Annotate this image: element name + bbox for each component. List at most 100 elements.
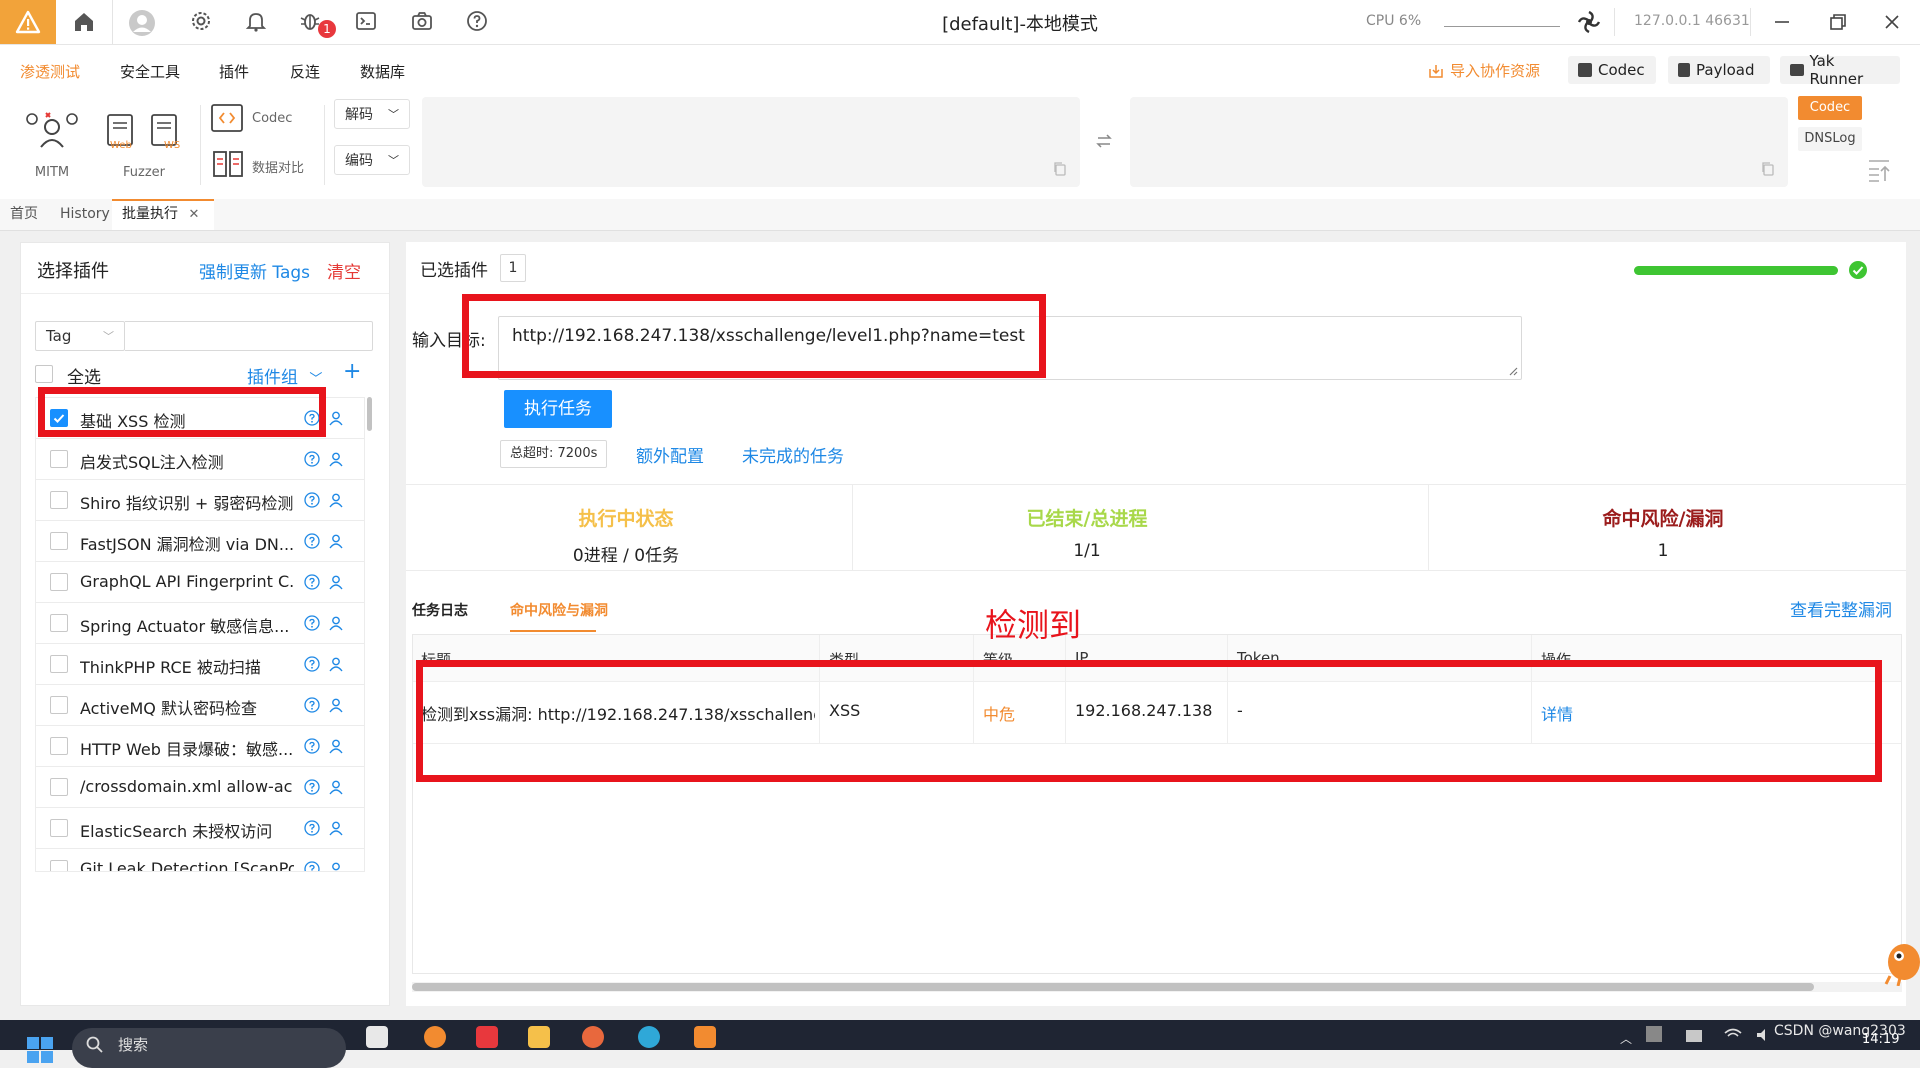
codec-button[interactable]: Codec: [1568, 56, 1656, 84]
plugin-list-item[interactable]: Spring Actuator 敏感信息...: [35, 602, 365, 644]
app-edge-icon[interactable]: [638, 1026, 660, 1048]
settings-gear-icon[interactable]: [189, 9, 215, 35]
plugin-list-item[interactable]: 启发式SQL注入检测: [35, 438, 365, 480]
author-user-icon[interactable]: [328, 492, 344, 508]
help-icon[interactable]: [465, 9, 491, 35]
side-tab-codec[interactable]: Codec: [1798, 96, 1862, 120]
volume-icon[interactable]: [1756, 1028, 1774, 1042]
author-user-icon[interactable]: [328, 656, 344, 672]
help-circle-icon[interactable]: [304, 656, 320, 672]
clear-link[interactable]: 清空: [327, 258, 361, 283]
author-user-icon[interactable]: [328, 451, 344, 467]
tag-search-input[interactable]: [125, 321, 373, 351]
plugin-list-item[interactable]: HTTP Web 目录爆破：敏感...: [35, 725, 365, 767]
app-firefox-icon[interactable]: [582, 1026, 604, 1048]
plugin-checkbox[interactable]: [50, 532, 68, 550]
force-update-tags-link[interactable]: 强制更新 Tags: [199, 258, 310, 283]
taskbar-search[interactable]: [72, 1028, 346, 1068]
copy-icon[interactable]: [1760, 161, 1776, 177]
tray-app-icon[interactable]: [1646, 1026, 1662, 1042]
help-circle-icon[interactable]: [304, 697, 320, 713]
scrollbar-thumb[interactable]: [367, 397, 372, 431]
author-user-icon[interactable]: [328, 697, 344, 713]
codec-label[interactable]: Codec: [252, 111, 292, 126]
side-tab-dnslog[interactable]: DNSLog: [1798, 127, 1862, 151]
help-circle-icon[interactable]: [304, 615, 320, 631]
payload-button[interactable]: Payload: [1668, 56, 1770, 84]
plugin-checkbox[interactable]: [50, 737, 68, 755]
mitm-label[interactable]: MITM: [24, 165, 80, 180]
tray-chevron-icon[interactable]: ︿: [1620, 1030, 1632, 1047]
author-user-icon[interactable]: [328, 861, 344, 872]
close-icon[interactable]: [1880, 10, 1904, 34]
terminal-icon[interactable]: [354, 9, 380, 35]
app-wps-icon[interactable]: [476, 1026, 498, 1048]
author-user-icon[interactable]: [328, 533, 344, 549]
menu-security-tools[interactable]: 安全工具: [120, 61, 180, 82]
fuzzer-label[interactable]: Fuzzer: [104, 165, 184, 180]
plugin-checkbox[interactable]: [50, 491, 68, 509]
help-circle-icon[interactable]: [304, 574, 320, 590]
unfinished-tasks-link[interactable]: 未完成的任务: [742, 442, 844, 467]
help-circle-icon[interactable]: [304, 492, 320, 508]
help-circle-icon[interactable]: [304, 738, 320, 754]
windows-start-icon[interactable]: [26, 1036, 54, 1064]
author-user-icon[interactable]: [328, 779, 344, 795]
menu-database[interactable]: 数据库: [360, 61, 405, 82]
taskbar-clock[interactable]: 14:19: [1862, 1032, 1899, 1047]
select-all-checkbox[interactable]: [35, 365, 53, 383]
plugin-checkbox[interactable]: [50, 450, 68, 468]
plugin-list-item[interactable]: GraphQL API Fingerprint C...: [35, 561, 365, 603]
minimize-icon[interactable]: [1770, 10, 1794, 34]
plugin-checkbox[interactable]: [50, 573, 68, 591]
input-method-icon[interactable]: [1686, 1030, 1702, 1042]
plugin-checkbox[interactable]: [50, 614, 68, 632]
tab-task-log[interactable]: 任务日志: [412, 600, 468, 620]
plugin-group-dropdown[interactable]: 插件组 ﹀: [247, 363, 322, 388]
yak-runner-button[interactable]: Yak Runner: [1780, 56, 1900, 84]
author-user-icon[interactable]: [328, 574, 344, 590]
decode-dropdown[interactable]: 解码 ﹀: [334, 99, 410, 129]
swap-icon[interactable]: [1094, 131, 1114, 151]
add-group-icon[interactable]: +: [343, 359, 361, 384]
encode-dropdown[interactable]: 编码 ﹀: [334, 145, 410, 175]
resize-handle-icon[interactable]: [1508, 366, 1518, 376]
app-search-icon[interactable]: [424, 1026, 446, 1048]
menu-plugins[interactable]: 插件: [219, 61, 249, 82]
plugin-list-item[interactable]: Git Leak Detection [ScanPor...: [35, 848, 365, 872]
plugin-list-item[interactable]: ElasticSearch 未授权访问: [35, 807, 365, 849]
import-resources-link[interactable]: 导入协作资源: [1428, 60, 1540, 81]
help-circle-icon[interactable]: [304, 779, 320, 795]
horizontal-scrollbar-thumb[interactable]: [412, 983, 1814, 991]
copy-icon[interactable]: [1052, 161, 1068, 177]
help-circle-icon[interactable]: [304, 820, 320, 836]
user-avatar-icon[interactable]: [128, 9, 154, 35]
plugin-checkbox[interactable]: [50, 778, 68, 796]
author-user-icon[interactable]: [328, 738, 344, 754]
tab-home[interactable]: 首页: [0, 199, 48, 230]
app-explorer-icon[interactable]: [528, 1026, 550, 1048]
collapse-ribbon-icon[interactable]: [1866, 157, 1892, 183]
camera-icon[interactable]: [410, 9, 436, 35]
run-task-button[interactable]: 执行任务: [504, 390, 612, 428]
plugin-list-item[interactable]: Shiro 指纹识别 + 弱密码检测: [35, 479, 365, 521]
tag-select[interactable]: Tag ﹀: [35, 321, 125, 351]
extra-config-link[interactable]: 额外配置: [636, 442, 704, 467]
bell-icon[interactable]: [244, 9, 270, 35]
help-circle-icon[interactable]: [304, 533, 320, 549]
wifi-icon[interactable]: [1724, 1028, 1742, 1042]
plugin-list-item[interactable]: /crossdomain.xml allow-ac...: [35, 766, 365, 808]
help-circle-icon[interactable]: [304, 861, 320, 872]
tab-batch-execute[interactable]: 批量执行 ✕: [112, 199, 214, 230]
plugin-checkbox[interactable]: [50, 655, 68, 673]
yakit-logo[interactable]: [0, 0, 56, 44]
codec-input-area[interactable]: [422, 97, 1080, 187]
menu-pentest[interactable]: 渗透测试: [20, 61, 80, 82]
close-tab-icon[interactable]: ✕: [188, 207, 199, 222]
home-icon[interactable]: [71, 9, 97, 35]
codec-output-area[interactable]: [1130, 97, 1788, 187]
plugin-checkbox[interactable]: [50, 860, 68, 872]
app-yakit-icon[interactable]: [694, 1026, 716, 1048]
app-file-icon[interactable]: [366, 1026, 388, 1048]
mitm-icon[interactable]: [24, 109, 80, 149]
